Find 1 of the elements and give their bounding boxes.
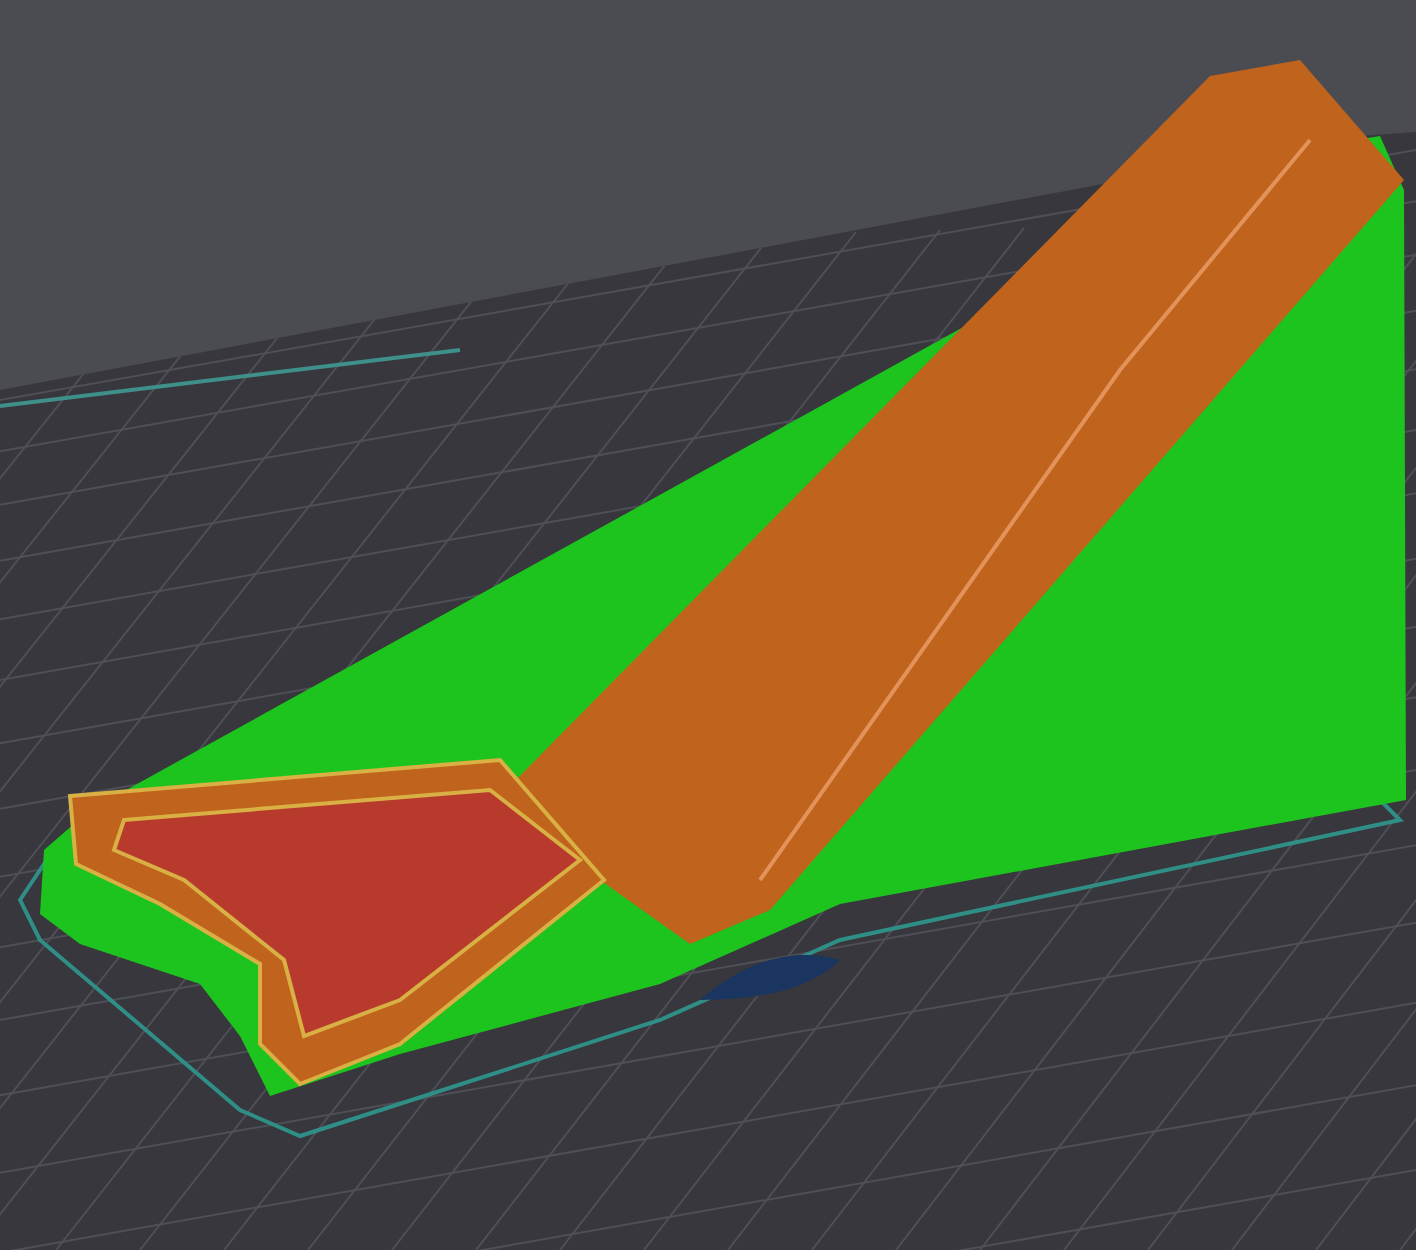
brim-drawing bbox=[700, 955, 840, 1000]
